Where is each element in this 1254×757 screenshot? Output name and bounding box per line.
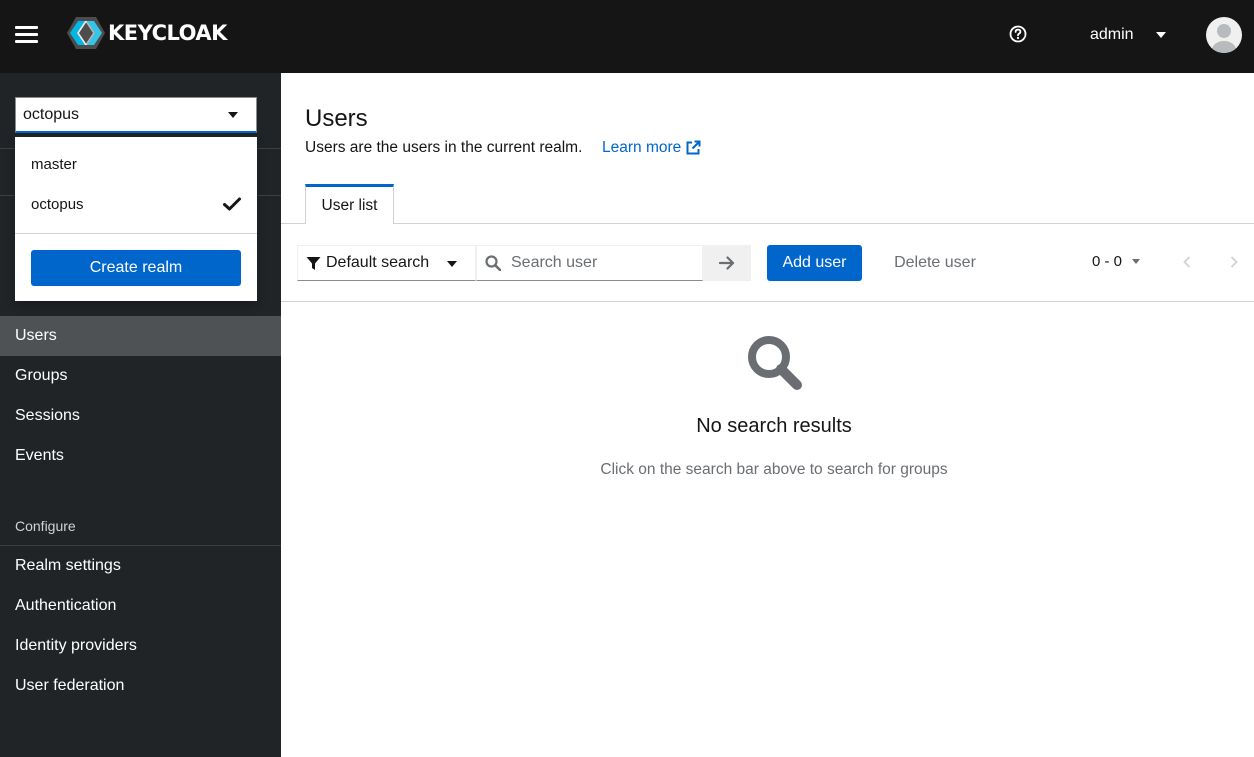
delete-user-button[interactable]: Delete user — [879, 245, 991, 281]
search-icon — [748, 336, 802, 390]
realm-selected-label: octopus — [23, 105, 80, 123]
sidebar-item-events[interactable]: Events — [0, 436, 281, 476]
divider — [15, 233, 257, 234]
external-link-icon — [686, 140, 701, 155]
sidebar-item-groups[interactable]: Groups — [0, 356, 281, 396]
sidebar-item-label: Realm settings — [15, 557, 121, 574]
hamburger-menu-icon[interactable] — [15, 24, 39, 44]
realm-selector[interactable]: octopus — [15, 97, 257, 133]
search-type-label: Default search — [326, 254, 430, 271]
masthead: KEYCLOAK admin — [0, 0, 1254, 73]
sidebar-item-label: Authentication — [15, 597, 117, 614]
search-icon — [485, 255, 501, 271]
sidebar-item-realm-settings[interactable]: Realm settings — [0, 546, 281, 586]
sidebar-item-identity-providers[interactable]: Identity providers — [0, 626, 281, 666]
arrow-right-icon — [719, 256, 735, 270]
sidebar-item-users[interactable]: Users — [0, 316, 281, 356]
sidebar-item-label: Events — [15, 447, 64, 464]
create-realm-button[interactable]: Create realm — [31, 250, 241, 286]
sidebar-item-label: Sessions — [15, 407, 80, 424]
empty-state-title: No search results — [696, 415, 852, 437]
caret-down-icon — [447, 261, 457, 267]
username: admin — [1090, 26, 1134, 43]
main-content: Users Users are the users in the current… — [281, 73, 1254, 757]
realm-option-octopus[interactable]: octopus — [31, 196, 84, 213]
search-box — [476, 245, 703, 281]
learn-more-link[interactable]: Learn more — [602, 139, 701, 157]
learn-more-label: Learn more — [602, 139, 682, 156]
pagination-range: 0 - 0 — [1092, 253, 1123, 270]
empty-state-body: Click on the search bar above to search … — [600, 461, 948, 478]
caret-down-icon — [1155, 32, 1166, 38]
user-avatar-icon — [1212, 24, 1236, 53]
help-icon[interactable] — [1009, 25, 1027, 43]
user-menu-toggle[interactable]: admin — [1090, 24, 1166, 46]
realm-option-master[interactable]: master — [31, 156, 77, 173]
chevron-left-icon — [1183, 256, 1191, 268]
nav-section-configure: Configure — [15, 518, 76, 534]
sidebar-item-label: Users — [15, 327, 57, 344]
caret-down-icon — [1132, 259, 1141, 264]
sidebar-item-user-federation[interactable]: User federation — [0, 666, 281, 706]
previous-page-button[interactable] — [1177, 249, 1197, 275]
sidebar-item-label: Groups — [15, 367, 68, 384]
add-user-button[interactable]: Add user — [767, 245, 862, 281]
tabs-border — [281, 223, 1254, 224]
toolbar-divider — [281, 301, 1254, 302]
keycloak-logo-text: KEYCLOAK — [108, 21, 227, 45]
caret-down-icon — [228, 112, 238, 118]
pagination-toggle[interactable]: 0 - 0 — [1092, 253, 1141, 270]
next-page-button[interactable] — [1224, 249, 1244, 275]
avatar[interactable] — [1206, 17, 1242, 53]
tab-user-list[interactable]: User list — [305, 184, 394, 224]
keycloak-logo[interactable]: KEYCLOAK — [66, 16, 227, 50]
chevron-right-icon — [1230, 256, 1238, 268]
filter-icon — [306, 256, 321, 270]
sidebar-item-authentication[interactable]: Authentication — [0, 586, 281, 626]
sidebar-item-label: Identity providers — [15, 637, 137, 654]
sidebar-item-sessions[interactable]: Sessions — [0, 396, 281, 436]
keycloak-logo-icon — [67, 17, 105, 49]
realm-dropdown-menu: master octopus Create realm — [15, 137, 257, 301]
search-input[interactable] — [509, 253, 693, 273]
search-submit-button[interactable] — [703, 245, 751, 281]
sidebar-item-label: User federation — [15, 677, 125, 694]
check-icon — [223, 197, 241, 211]
page-title: Users — [305, 105, 368, 132]
tab-label: User list — [321, 196, 378, 214]
search-type-dropdown[interactable]: Default search — [297, 245, 476, 281]
page-description: Users are the users in the current realm… — [305, 139, 583, 156]
